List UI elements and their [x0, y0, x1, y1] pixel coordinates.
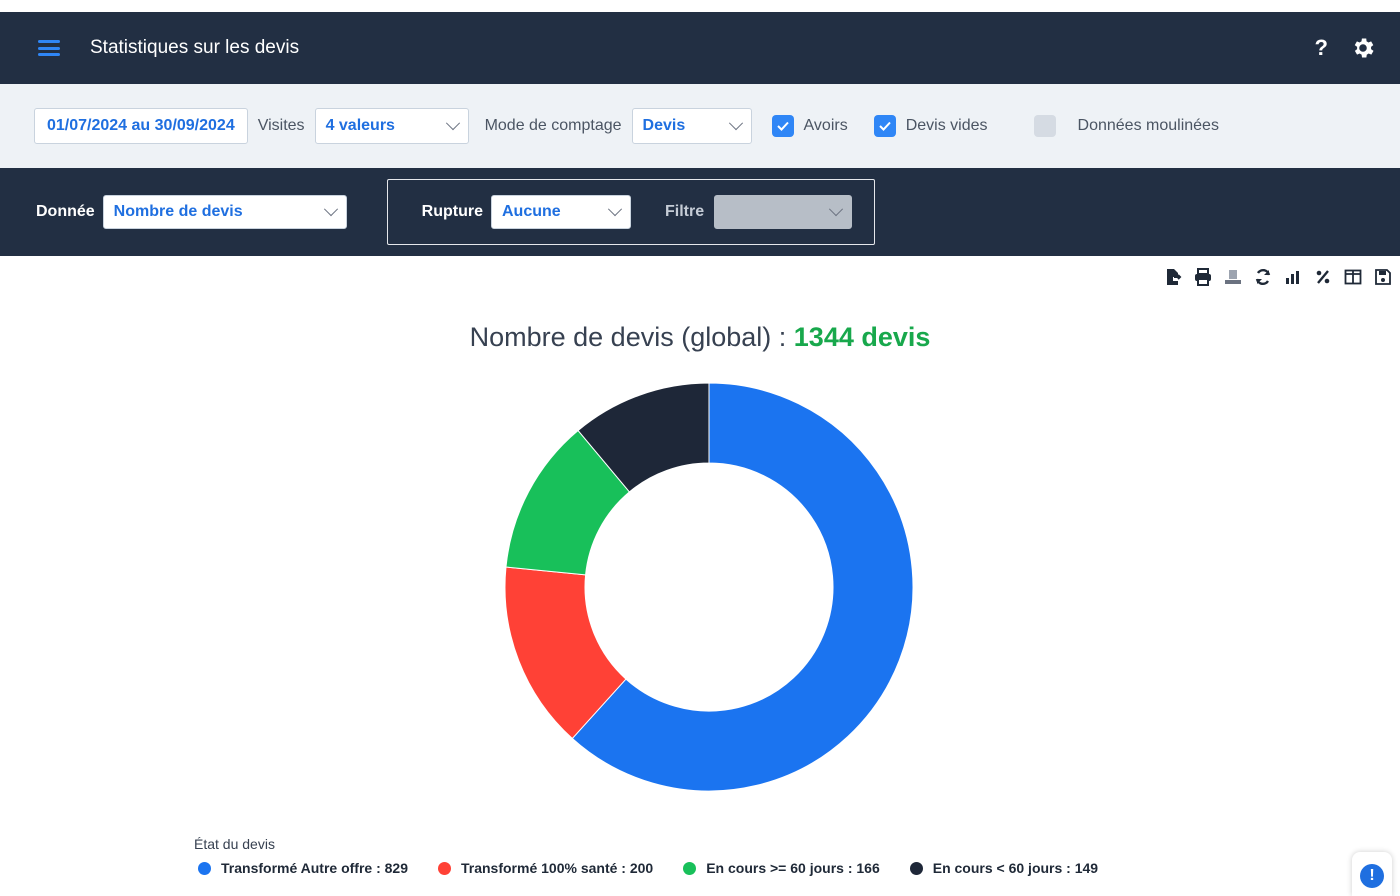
save-icon[interactable] [1374, 268, 1392, 286]
legend-title: État du devis [194, 836, 275, 852]
hamburger-menu-icon[interactable] [38, 40, 60, 56]
legend-dot [683, 861, 697, 875]
devis-vides-checkbox[interactable] [873, 115, 896, 137]
visites-label: Visites [257, 117, 305, 134]
rupture-value: Aucune [502, 203, 561, 220]
date-range-picker[interactable]: 01/07/2024 au 30/09/2024 [34, 108, 248, 144]
dimension-bar: Donnée Nombre de devis Rupture Aucune Fi… [0, 168, 1400, 256]
donnees-moulinees-label: Données moulinées [1077, 117, 1219, 134]
alert-button[interactable]: ! [1352, 852, 1392, 896]
filtre-select [714, 195, 853, 229]
bar-chart-icon[interactable] [1284, 268, 1302, 286]
donnee-select[interactable]: Nombre de devis [102, 195, 347, 229]
mode-label: Mode de comptage [484, 117, 622, 134]
currency-icon[interactable] [1224, 268, 1242, 286]
export-icon[interactable] [1164, 268, 1182, 286]
legend-dot [437, 861, 451, 875]
refresh-icon[interactable] [1254, 268, 1272, 286]
legend-label: Transformé 100% santé : 200 [460, 860, 654, 876]
exclamation-icon: ! [1360, 864, 1384, 888]
chevron-down-icon [728, 116, 743, 131]
chevron-down-icon [323, 202, 338, 217]
visites-value: 4 valeurs [325, 117, 395, 134]
rupture-select[interactable]: Aucune [491, 195, 631, 229]
devis-vides-label: Devis vides [905, 117, 988, 134]
donut-chart [504, 382, 914, 792]
legend-item[interactable]: En cours >= 60 jours : 166 [683, 860, 880, 876]
help-icon[interactable]: ? [1315, 35, 1328, 61]
chevron-down-icon [607, 202, 623, 217]
print-icon[interactable] [1194, 268, 1212, 286]
avoirs-label: Avoirs [803, 117, 848, 134]
legend-dot [198, 861, 211, 875]
avoirs-checkbox[interactable] [771, 115, 794, 137]
chevron-down-icon [829, 202, 844, 217]
mode-select[interactable]: Devis [631, 108, 752, 144]
mode-value: Devis [642, 117, 686, 134]
legend-item[interactable]: Transformé Autre offre : 829 [198, 860, 408, 876]
legend-dot [909, 861, 923, 875]
chevron-down-icon [445, 116, 460, 131]
filtre-label: Filtre [665, 203, 705, 220]
gear-icon[interactable] [1350, 35, 1376, 61]
legend-label: En cours >= 60 jours : 166 [706, 860, 880, 876]
visites-select[interactable]: 4 valeurs [314, 108, 469, 144]
legend-item[interactable]: Transformé 100% santé : 200 [437, 860, 654, 876]
legend-label: Transformé Autre offre : 829 [221, 860, 408, 876]
chart-legend: Transformé Autre offre : 829 Transformé 1… [198, 860, 1098, 876]
top-bar: Statistiques sur les devis ? [0, 12, 1400, 84]
donnee-value: Nombre de devis [113, 203, 243, 220]
chart-toolbar [0, 262, 1400, 292]
percent-icon[interactable] [1314, 268, 1332, 286]
chart-title: Nombre de devis (global) : 1344 devis [0, 322, 1400, 353]
donnee-label: Donnée [36, 203, 95, 220]
rupture-filter-group: Rupture Aucune Filtre [386, 179, 876, 245]
legend-item[interactable]: En cours < 60 jours : 149 [909, 860, 1099, 876]
chart-total-value: 1344 devis [793, 322, 931, 352]
columns-icon[interactable] [1344, 268, 1362, 286]
donut-chart-svg [504, 382, 914, 792]
donnees-moulinees-checkbox[interactable] [1033, 115, 1056, 137]
filter-bar: 01/07/2024 au 30/09/2024 Visites 4 valeu… [0, 84, 1400, 168]
chart-title-prefix: Nombre de devis (global) : [469, 322, 787, 352]
legend-label: En cours < 60 jours : 149 [932, 860, 1099, 876]
page-title: Statistiques sur les devis [90, 37, 300, 58]
rupture-label: Rupture [421, 203, 483, 220]
